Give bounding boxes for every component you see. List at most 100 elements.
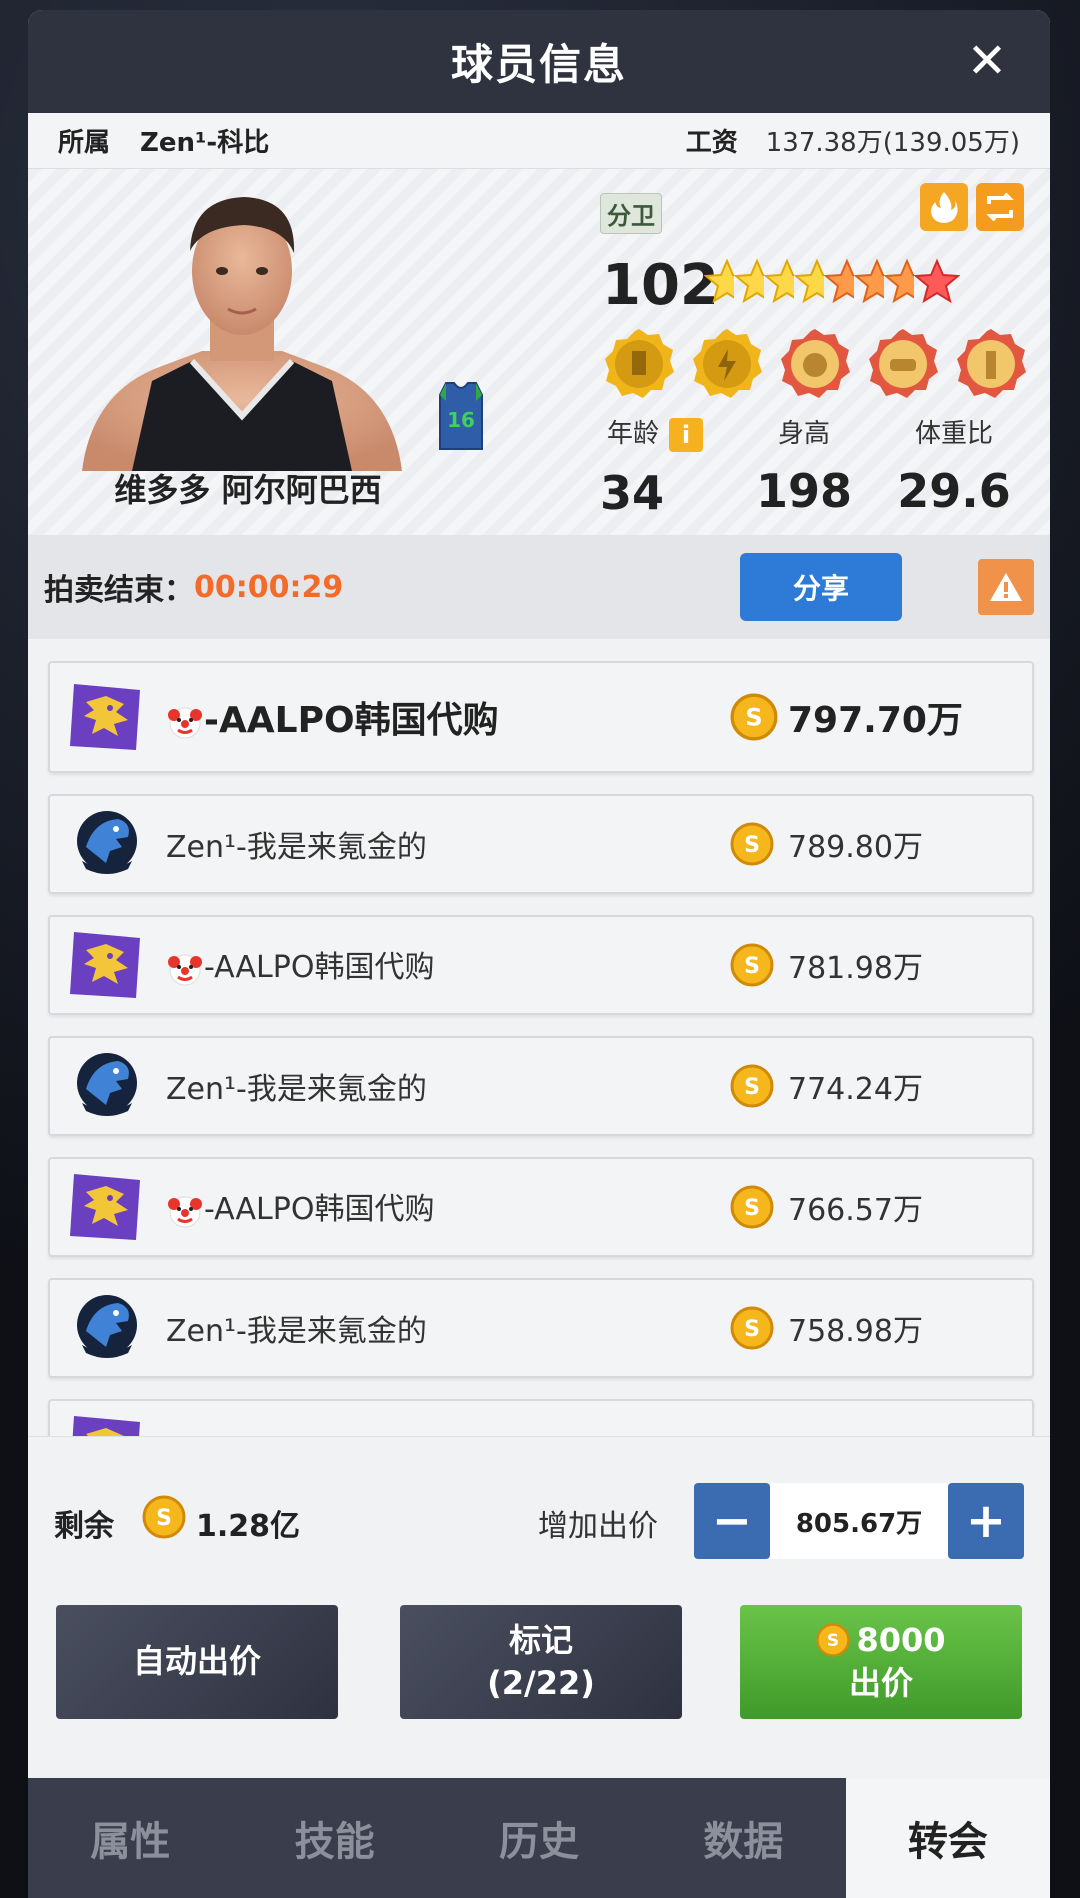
bid-row[interactable]: Zen¹-我是来氪金的 S 758.98万: [48, 1278, 1034, 1378]
star-icon: [824, 258, 854, 304]
salary-label: 工资: [685, 128, 738, 158]
auto-bid-button[interactable]: 自动出价: [56, 1605, 338, 1719]
player-card: 16 维多多 阿尔阿巴西 分卫 102 年龄 i 34 身高 198 体重比 2…: [28, 169, 1050, 535]
increase-bid-button[interactable]: +: [948, 1483, 1024, 1559]
weight-stat: 体重比 29.6: [894, 413, 1014, 518]
remain-label: 剩余: [54, 1509, 114, 1544]
clown-icon: [168, 1196, 202, 1228]
tab-skills[interactable]: 技能: [232, 1778, 436, 1898]
svg-text:S: S: [827, 1632, 839, 1652]
coin-icon: S: [730, 1306, 774, 1350]
team-logo-dragon: [70, 932, 140, 998]
coin-icon: S: [816, 1623, 851, 1658]
bidder-name: -AALPO韩国代购: [166, 942, 434, 988]
position-badge: 分卫: [600, 193, 662, 234]
warning-icon[interactable]: [978, 559, 1034, 615]
player-info-modal: 球员信息 ✕ 所属 Zen¹-科比 工资 137.38万(139.05万) 16…: [28, 10, 1050, 1898]
tab-attributes[interactable]: 属性: [28, 1778, 232, 1898]
bid-amount: 774.24万: [788, 1072, 923, 1107]
modal-title: 球员信息: [450, 40, 627, 89]
skill-badge-icon[interactable]: [866, 327, 940, 401]
place-bid-button[interactable]: S 8000 出价: [740, 1605, 1022, 1719]
bid-controls: 剩余 S 1.28亿 增加出价 − 805.67万 +: [28, 1437, 1050, 1577]
svg-text:S: S: [744, 1317, 760, 1342]
skill-badge-icon[interactable]: [778, 327, 852, 401]
mark-button[interactable]: 标记 (2/22): [400, 1605, 682, 1719]
svg-text:S: S: [744, 1075, 760, 1100]
coin-icon: S: [730, 1185, 774, 1229]
svg-text:S: S: [745, 704, 762, 732]
team-logo-dragon: [70, 684, 140, 750]
bid-row[interactable]: Zen¹-我是来氪金的 S 789.80万: [48, 794, 1034, 894]
auction-row: 拍卖结束： 00:00:29 分享: [28, 535, 1050, 639]
star-icon: [884, 258, 914, 304]
age-label: 年龄: [606, 419, 659, 449]
star-icon: [704, 258, 734, 304]
star-icon: [794, 258, 824, 304]
height-stat: 身高 198: [744, 413, 864, 518]
bidder-name: -AALPO韩国代购: [166, 691, 499, 743]
star-rating: [704, 257, 960, 305]
player-name: 维多多 阿尔阿巴西: [114, 471, 382, 509]
jersey-number: 16: [447, 408, 475, 432]
player-rating: 102: [602, 253, 719, 318]
skill-badge-icon[interactable]: [954, 327, 1028, 401]
auto-bid-label: 自动出价: [132, 1642, 261, 1681]
svg-text:S: S: [744, 833, 760, 858]
skill-badge-icon[interactable]: [602, 327, 676, 401]
bidder-name: Zen¹-我是来氪金的: [166, 1314, 427, 1349]
bid-cost: S 8000: [816, 1619, 946, 1662]
bid-row-partial[interactable]: [48, 1399, 1034, 1436]
team-value: Zen¹-科比: [140, 128, 270, 158]
star-icon: [734, 258, 764, 304]
bid-row[interactable]: -AALPO韩国代购 S 766.57万: [48, 1157, 1034, 1257]
top-bid-row[interactable]: -AALPO韩国代购 S 797.70万: [48, 661, 1034, 773]
svg-text:S: S: [744, 954, 760, 979]
coin-icon: S: [730, 1064, 774, 1108]
bid-row[interactable]: Zen¹-我是来氪金的 S 774.24万: [48, 1036, 1034, 1136]
info-icon[interactable]: i: [669, 417, 703, 452]
bid-list[interactable]: -AALPO韩国代购 S 797.70万 Zen¹-我是来氪金的 S 789.80万 -AA…: [28, 639, 1050, 1437]
action-row: 自动出价 标记 (2/22) S 8000 出价: [28, 1577, 1050, 1737]
age-stat: 年龄 i 34: [600, 413, 710, 520]
info-bar: 所属 Zen¹-科比 工资 137.38万(139.05万): [28, 113, 1050, 169]
team-logo-eagle: [77, 1053, 137, 1116]
team-label: 所属: [58, 128, 111, 158]
bid-amount: 766.57万: [788, 1193, 923, 1228]
team-logo-dragon: [72, 1416, 140, 1436]
coin-icon: S: [730, 943, 774, 987]
tab-stats[interactable]: 数据: [641, 1778, 845, 1898]
age-value: 34: [600, 465, 665, 520]
auction-end-label: 拍卖结束：: [44, 573, 194, 608]
team-logo-eagle: [77, 1295, 137, 1358]
decrease-bid-button[interactable]: −: [694, 1483, 770, 1559]
raise-amount-field[interactable]: 805.67万: [770, 1483, 948, 1559]
bid-amount: 758.98万: [788, 1314, 923, 1349]
weight-value: 29.6: [897, 464, 1011, 518]
raise-label: 增加出价: [538, 1509, 658, 1544]
jersey-icon: 16: [439, 382, 483, 450]
close-icon[interactable]: ✕: [964, 37, 1010, 85]
bid-row[interactable]: -AALPO韩国代购 S 781.98万: [48, 915, 1034, 1015]
tab-bar: 属性 技能 历史 数据 转会: [28, 1778, 1050, 1898]
mark-count: (2/22): [487, 1664, 595, 1702]
star-icon: [914, 258, 960, 304]
tab-transfer[interactable]: 转会: [845, 1778, 1050, 1898]
skill-badge-icon[interactable]: [690, 327, 764, 401]
clown-icon: [168, 707, 202, 739]
auction-countdown: 00:00:29: [194, 569, 344, 605]
remain-value: 1.28亿: [196, 1509, 301, 1544]
mark-label: 标记: [508, 1620, 573, 1659]
team-logo-dragon: [70, 1174, 140, 1240]
share-button[interactable]: 分享: [740, 553, 902, 621]
tab-history[interactable]: 历史: [437, 1778, 641, 1898]
clown-icon: [168, 954, 202, 986]
skill-badges: [602, 327, 1028, 401]
bidder-name: Zen¹-我是来氪金的: [166, 1072, 427, 1107]
fire-icon[interactable]: [920, 183, 968, 231]
swap-icon[interactable]: [976, 183, 1024, 231]
bid-amount: 789.80万: [788, 830, 923, 865]
team-logo-eagle: [77, 811, 137, 874]
svg-text:S: S: [744, 1196, 760, 1221]
coin-icon: S: [142, 1495, 186, 1539]
